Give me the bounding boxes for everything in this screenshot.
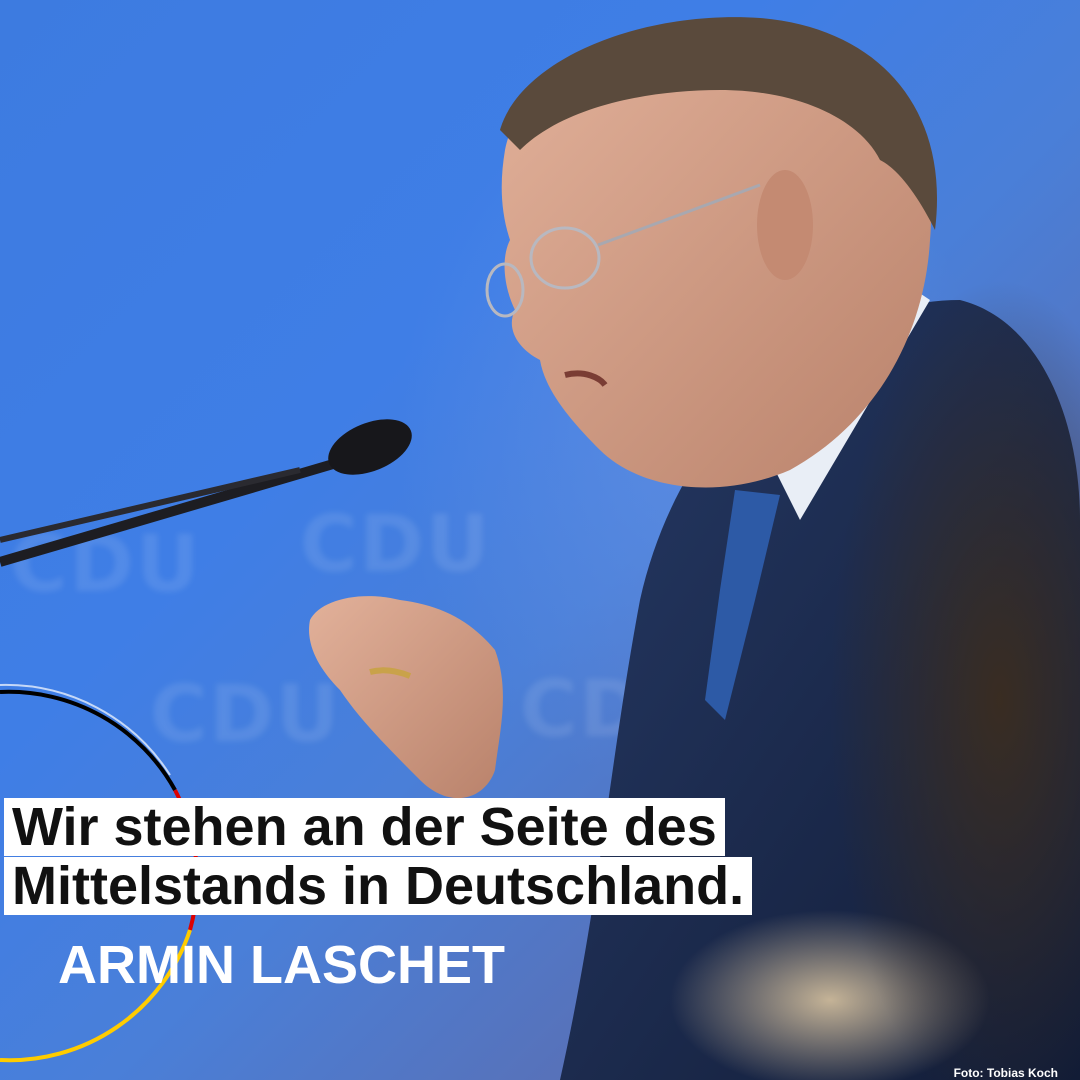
flag-ring xyxy=(0,683,199,1063)
post-image: CDU CDU CDU CDU Wir stehen an der Seite … xyxy=(0,0,1080,1080)
quote-line-1: Wir stehen an der Seite des xyxy=(4,798,725,856)
photo-credit: Foto: Tobias Koch xyxy=(953,1066,1058,1080)
quote-line-2: Mittelstands in Deutschland. xyxy=(4,857,753,915)
author-name: ARMIN LASCHET xyxy=(58,935,505,995)
